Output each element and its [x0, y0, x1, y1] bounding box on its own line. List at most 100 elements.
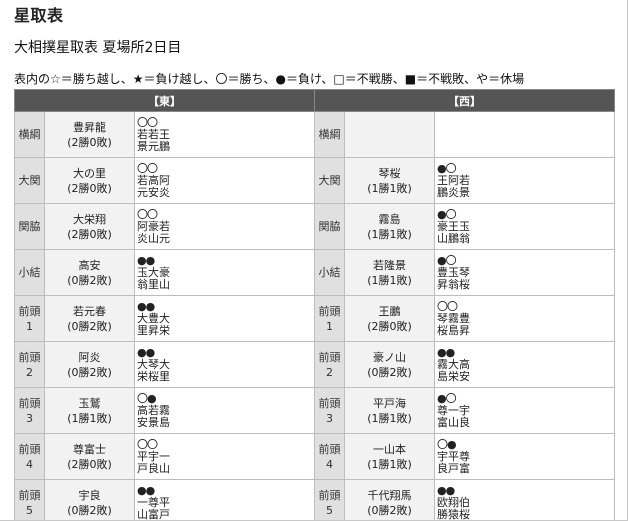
west-opponents-1: 豊玉琴: [437, 265, 471, 279]
east-rank-line: 4: [26, 457, 33, 471]
west-opponents-1: 王阿若: [437, 173, 471, 187]
east-wrestler-record: (2勝0敗): [67, 227, 112, 241]
east-rank-line: 前頭: [18, 304, 41, 318]
table-row: 前頭 1 若元春 (0勝2敗) ●● 大豊大 里昇栄 前頭 1 王鵬 (2勝0敗) 〇〇 琴霧豊 桜島昇: [14, 295, 616, 342]
subtitle: 大相撲星取表 夏場所2日目: [14, 40, 182, 56]
west-results: ●〇 豊玉琴 昇翁桜: [434, 249, 616, 296]
east-wrestler: 若元春 (0勝2敗): [44, 295, 135, 342]
west-wrestler: 一山本 (1勝1敗): [344, 433, 436, 480]
west-rank-line: 前頭: [318, 442, 341, 456]
east-opponents-1: 大豊大: [137, 311, 170, 325]
west-wrestler-record: (1勝1敗): [367, 227, 412, 241]
east-wrestler-record: (0勝2敗): [67, 319, 112, 333]
west-opponents-1: 欧翔伯: [437, 495, 471, 509]
west-results: 〇〇 琴霧豊 桜島昇: [434, 295, 616, 342]
east-wrestler-record: (2勝0敗): [67, 457, 112, 471]
west-opponents-2: 良戸富: [437, 461, 471, 475]
east-opponents-2: 安景島: [137, 415, 170, 429]
west-rank: 大関: [314, 157, 346, 204]
east-result-marks: 〇〇: [137, 161, 158, 175]
east-opponents-2: 翁里山: [137, 277, 170, 291]
east-rank-line: 横綱: [18, 128, 41, 141]
east-rank: 小結: [14, 249, 45, 296]
west-wrestler-record: (1勝1敗): [367, 457, 412, 471]
page-title: 星取表: [14, 6, 64, 25]
east-rank-line: 関脇: [18, 220, 41, 233]
east-result-marks: 〇〇: [137, 207, 158, 221]
page-frame: 星取表 大相撲星取表 夏場所2日目 表内の☆＝勝ち越し、★＝負け越し、〇＝勝ち、…: [0, 0, 628, 521]
west-opponents-1: 霧大高: [437, 357, 471, 371]
west-wrestler-record: (0勝2敗): [367, 503, 412, 517]
east-rank: 大関: [14, 157, 45, 204]
east-results: 〇〇 阿豪若 炎山元: [133, 203, 316, 250]
east-wrestler-name: 高安: [78, 258, 101, 272]
east-result-marks: ●●: [137, 483, 155, 497]
east-result-marks: ●●: [137, 299, 155, 313]
east-wrestler-record: (1勝1敗): [67, 411, 112, 425]
east-wrestler-name: 玉鷲: [78, 396, 101, 410]
west-result-marks: ●〇: [437, 253, 457, 267]
west-rank-line: 関脇: [318, 220, 341, 233]
east-results: 〇〇 若高阿 元安炎: [133, 157, 316, 204]
east-results: 〇〇 平宇一 戸良山: [133, 433, 316, 480]
west-wrestler-record: (2勝0敗): [367, 319, 412, 333]
east-result-marks: ●●: [137, 253, 155, 267]
west-result-marks: 〇●: [437, 437, 457, 451]
west-rank-line: 前頭: [318, 396, 341, 410]
east-wrestler-record: (0勝2敗): [67, 503, 112, 517]
table-row: 前頭 3 玉鷲 (1勝1敗) 〇● 高若霧 安景島 前頭 3 平戸海 (1勝1敗) ●〇 尊一宇 富山良: [14, 387, 616, 434]
east-rank-line: 2: [26, 365, 33, 379]
east-wrestler-name: 大の里: [73, 166, 106, 180]
west-results: 〇● 宇平尊 良戸富: [434, 433, 616, 480]
east-opponents-1: 玉大豪: [137, 265, 170, 279]
west-rank: 前頭 1: [314, 295, 346, 342]
east-wrestler: 玉鷲 (1勝1敗): [44, 387, 135, 434]
west-results: ●● 欧翔伯 勝猿桜: [434, 479, 616, 520]
west-results: ●〇 王阿若 鵬炎景: [434, 157, 616, 204]
east-results: ●● 大豊大 里昇栄: [133, 295, 316, 342]
east-rank: 前頭 2: [14, 341, 45, 388]
table-row: 関脇 大栄翔 (2勝0敗) 〇〇 阿豪若 炎山元 関脇 霧島 (1勝1敗) ●〇 豪王玉 山鵬翁: [14, 203, 616, 250]
west-wrestler-name: 平戸海: [373, 396, 407, 410]
west-results: ●〇 豪王玉 山鵬翁: [434, 203, 616, 250]
east-wrestler: 宇良 (0勝2敗): [44, 479, 135, 520]
west-result-marks: 〇〇: [437, 299, 458, 313]
east-opponents-1: 若若王: [137, 127, 170, 141]
east-opponents-1: 高若霧: [137, 403, 170, 417]
west-result-marks: ●●: [437, 345, 455, 359]
east-rank-line: 前頭: [18, 396, 41, 410]
east-header: 【東】: [13, 89, 316, 112]
east-rank-line: 前頭: [18, 350, 41, 364]
legend-text: 表内の☆＝勝ち越し、★＝負け越し、〇＝勝ち、●＝負け、□＝不戦勝、■＝不戦敗、や…: [14, 72, 525, 86]
west-header: 【西】: [314, 89, 616, 112]
west-wrestler: 平戸海 (1勝1敗): [344, 387, 436, 434]
east-wrestler: 高安 (0勝2敗): [44, 249, 135, 296]
west-results: [434, 111, 616, 158]
west-wrestler: 若隆景 (1勝1敗): [344, 249, 436, 296]
east-opponents-2: 景元鵬: [137, 139, 170, 153]
east-results: 〇● 高若霧 安景島: [133, 387, 316, 434]
east-results: ●● 一尊平 山富戸: [133, 479, 316, 520]
east-rank: 横綱: [14, 111, 45, 158]
east-results: ●● 大琴大 栄桜里: [133, 341, 316, 388]
east-results: ●● 玉大豪 翁里山: [133, 249, 316, 296]
west-opponents-2: 鵬炎景: [437, 185, 471, 199]
east-wrestler-name: 大栄翔: [73, 212, 106, 226]
east-wrestler: 大の里 (2勝0敗): [44, 157, 135, 204]
west-wrestler-name: 霧島: [378, 212, 401, 226]
east-rank-line: 1: [26, 319, 33, 333]
east-rank-line: 前頭: [18, 442, 41, 456]
west-wrestler-name: 一山本: [373, 442, 407, 456]
hoshitori-table: 【東】 【西】 横綱 豊昇龍 (2勝0敗) 〇〇 若若王 景元鵬 横綱 大関 大の里 (2勝0敗)…: [13, 89, 616, 520]
west-rank: 前頭 2: [314, 341, 346, 388]
east-result-marks: 〇〇: [137, 115, 158, 129]
west-wrestler: 千代翔馬 (0勝2敗): [344, 479, 436, 520]
west-wrestler-name: 豪ノ山: [373, 350, 407, 364]
east-wrestler-record: (2勝0敗): [67, 181, 112, 195]
west-wrestler-name: 若隆景: [373, 258, 407, 272]
west-rank: 前頭 4: [314, 433, 346, 480]
east-results: 〇〇 若若王 景元鵬: [133, 111, 316, 158]
west-wrestler: 霧島 (1勝1敗): [344, 203, 436, 250]
west-rank: 横綱: [314, 111, 346, 158]
west-rank-line: 1: [326, 319, 334, 333]
